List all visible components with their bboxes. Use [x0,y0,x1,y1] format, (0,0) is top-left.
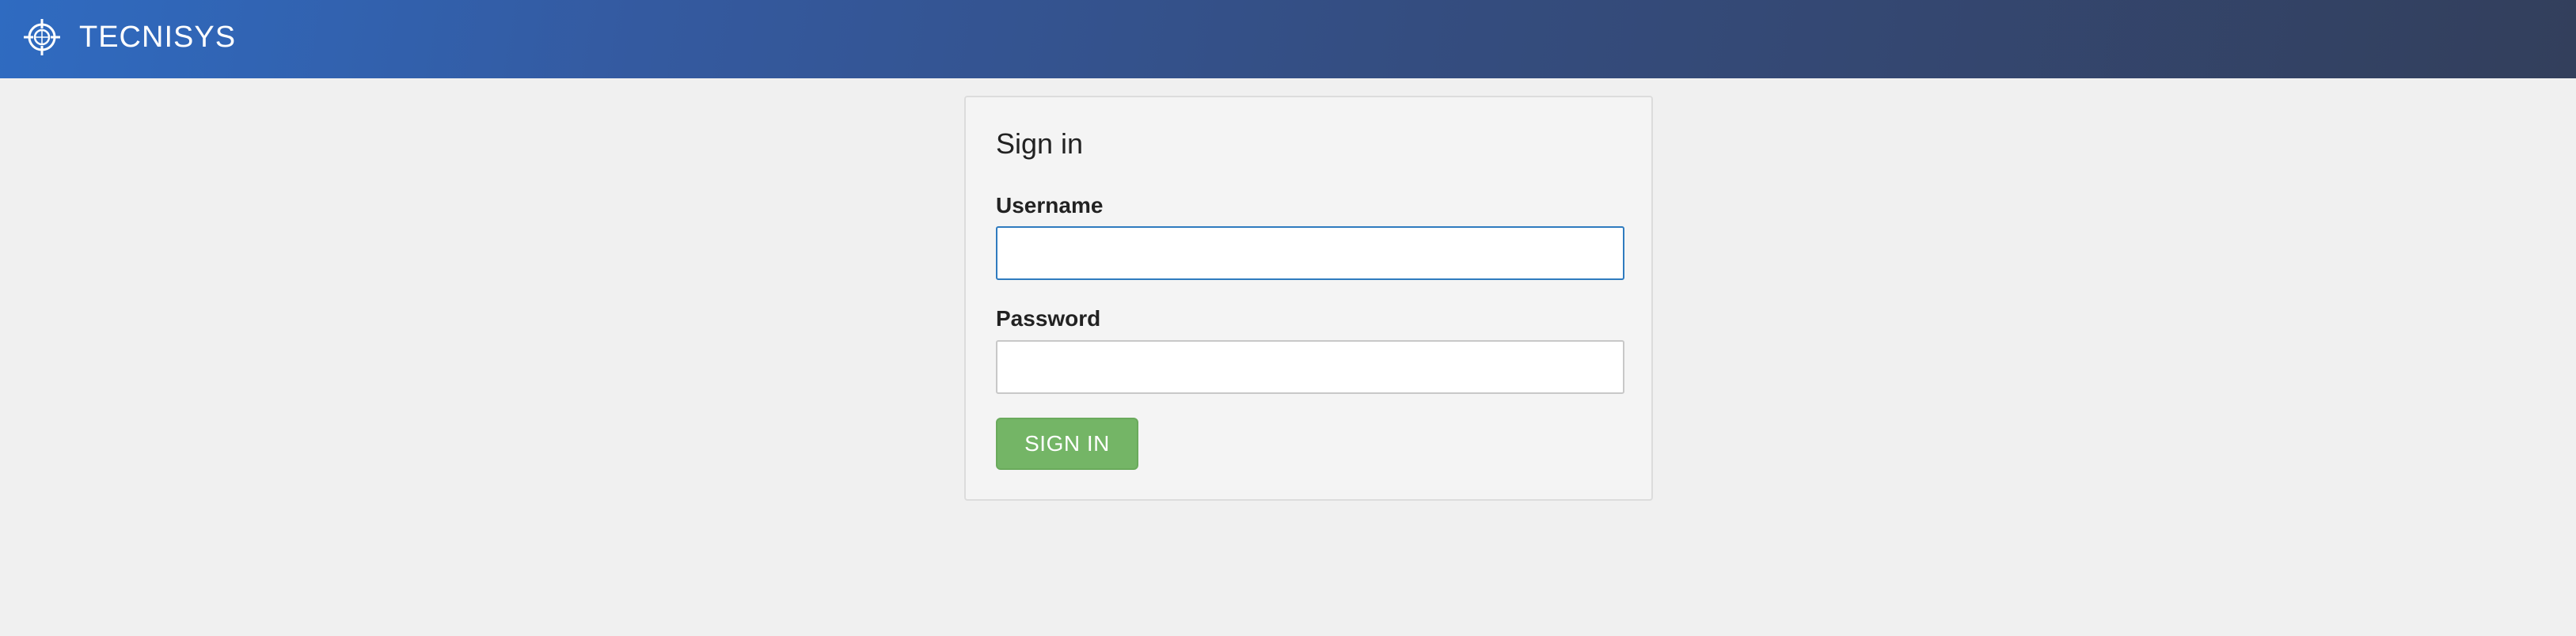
brand-name[interactable]: TECNISYS [79,17,236,57]
top-navbar: TECNISYS [0,0,2576,78]
username-label: Username [996,193,1104,218]
signin-title: Sign in [996,127,1084,160]
password-input[interactable] [996,340,1624,394]
globe-crosshair-icon[interactable] [22,17,62,57]
password-label: Password [996,306,1101,331]
signin-card: Sign in Username Password SIGN IN [964,96,1653,501]
username-input[interactable] [996,226,1624,280]
sign-in-button[interactable]: SIGN IN [996,418,1138,470]
